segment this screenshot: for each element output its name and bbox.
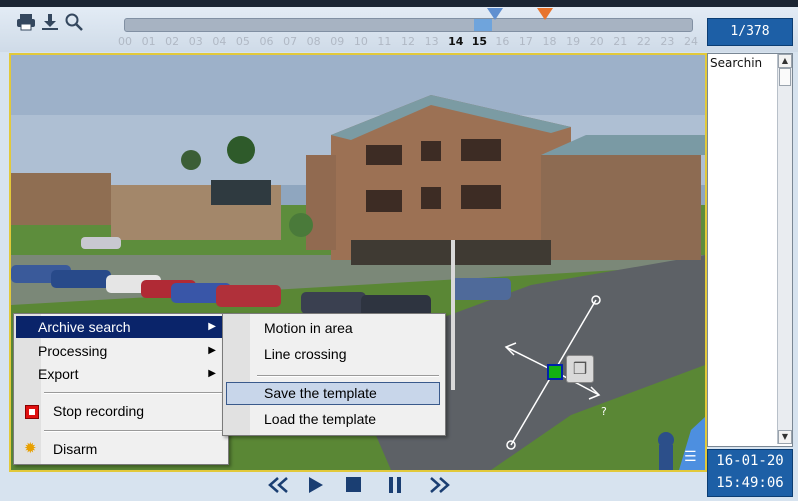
crossing-line-handle[interactable]	[547, 364, 563, 380]
timeline-hour-label: 04	[212, 35, 227, 48]
timeline-hour-label: 01	[141, 35, 156, 48]
print-icon[interactable]	[16, 12, 36, 34]
timeline-hour-labels: 00 01 02 03 04 05 06 07 08 09 10 11 12 13 14 15 16 17 18 19…	[118, 35, 698, 49]
playback-controls	[0, 470, 705, 501]
submenu-arrow-icon: ▶	[208, 368, 216, 379]
submenu-arrow-icon: ▶	[208, 321, 216, 332]
datetime-display: 16-01-20 15:49:06	[707, 449, 793, 497]
results-scrollbar[interactable]: ▲ ▼	[777, 54, 792, 444]
menu-separator	[44, 430, 224, 432]
timeline-hour-label: 15	[471, 35, 488, 48]
menu-item-disarm[interactable]: ✹ Disarm	[16, 438, 224, 460]
cube-icon[interactable]: ❒	[566, 355, 594, 383]
download-icon[interactable]	[40, 12, 60, 34]
menu-item-label: Line crossing	[264, 346, 347, 362]
disarm-icon: ✹	[24, 440, 37, 457]
scroll-thumb[interactable]	[779, 68, 791, 86]
pause-icon[interactable]	[385, 475, 407, 497]
menu-item-label: Disarm	[53, 441, 98, 457]
timeline-hour-label: 21	[613, 35, 628, 48]
timeline-hour-label: 22	[636, 35, 651, 48]
menu-item-processing[interactable]: Processing ▶	[16, 340, 224, 362]
menu-item-archive-search[interactable]: Archive search ▶	[16, 316, 224, 338]
frame-counter: 1/378	[707, 18, 793, 46]
top-toolbar: 00 01 02 03 04 05 06 07 08 09 10 11 12 13 14 15 16 17 18 19…	[0, 0, 798, 52]
svg-text:?: ?	[601, 405, 607, 418]
menu-separator	[44, 392, 224, 394]
timeline-position-marker[interactable]	[487, 8, 503, 20]
timeline-hour-label: 12	[401, 35, 415, 48]
timeline-selection[interactable]	[474, 19, 492, 31]
timeline-hour-label: 11	[377, 35, 392, 48]
menu-item-label: Processing	[38, 343, 108, 359]
menu-item-motion-in-area[interactable]: Motion in area	[225, 317, 441, 339]
timeline-hour-label: 16	[495, 35, 510, 48]
timeline-hour-label: 24	[684, 35, 698, 48]
timeline-hour-label: 13	[424, 35, 439, 48]
fast-forward-icon[interactable]	[428, 475, 452, 497]
date-text: 16-01-20	[716, 453, 784, 469]
timeline-hour-label: 02	[165, 35, 180, 48]
menu-item-label: Archive search	[38, 319, 131, 335]
timeline-hour-label: 19	[566, 35, 581, 48]
context-menu: Archive search ▶ Processing ▶ Export ▶ S…	[13, 313, 229, 465]
archive-search-submenu: Motion in area Line crossing Save the te…	[222, 313, 446, 436]
timeline-hour-label: 23	[660, 35, 675, 48]
timeline-bar[interactable]	[124, 18, 693, 32]
menu-item-line-crossing[interactable]: Line crossing	[225, 343, 441, 365]
search-status-text: Searchin	[710, 56, 763, 70]
play-icon[interactable]	[305, 475, 327, 497]
scroll-up-icon[interactable]: ▲	[778, 54, 792, 68]
timeline-hour-label: 18	[542, 35, 557, 48]
timeline-hour-label: 20	[589, 35, 604, 48]
menu-item-stop-recording[interactable]: Stop recording	[16, 400, 224, 422]
search-results-panel[interactable]: Searchin ▲ ▼	[707, 53, 793, 447]
timeline-hour-label: 06	[259, 35, 274, 48]
timeline-hour-label: 10	[353, 35, 368, 48]
timeline-hour-label: 17	[518, 35, 533, 48]
timeline-hour-label: 09	[330, 35, 345, 48]
timeline-hour-label: 03	[188, 35, 203, 48]
menu-item-load-template[interactable]: Load the template	[225, 408, 441, 430]
stop-icon[interactable]	[343, 475, 365, 497]
timeline-hour-label: 14	[448, 35, 464, 48]
top-edge-strip	[0, 0, 798, 7]
submenu-arrow-icon: ▶	[208, 345, 216, 356]
menu-item-label: Load the template	[264, 411, 377, 427]
timeline-hour-label: 00	[118, 35, 132, 48]
menu-item-label: Stop recording	[53, 403, 145, 419]
timeline-hour-label: 07	[283, 35, 298, 48]
timeline-hour-label: 05	[235, 35, 250, 48]
stop-recording-icon	[25, 405, 39, 419]
timeline-event-marker[interactable]	[537, 8, 553, 20]
menu-lines-icon[interactable]: ☰	[684, 450, 700, 464]
time-text: 15:49:06	[716, 475, 784, 491]
menu-item-label: Export	[38, 366, 79, 382]
rewind-icon[interactable]	[266, 475, 290, 497]
timeline-hour-label: 08	[306, 35, 321, 48]
menu-item-save-template[interactable]: Save the template	[225, 382, 441, 404]
menu-item-label: Save the template	[264, 385, 377, 401]
menu-separator	[257, 375, 439, 377]
menu-item-label: Motion in area	[264, 320, 353, 336]
scroll-down-icon[interactable]: ▼	[778, 430, 792, 444]
menu-item-export[interactable]: Export ▶	[16, 363, 224, 385]
search-icon[interactable]	[64, 12, 84, 34]
